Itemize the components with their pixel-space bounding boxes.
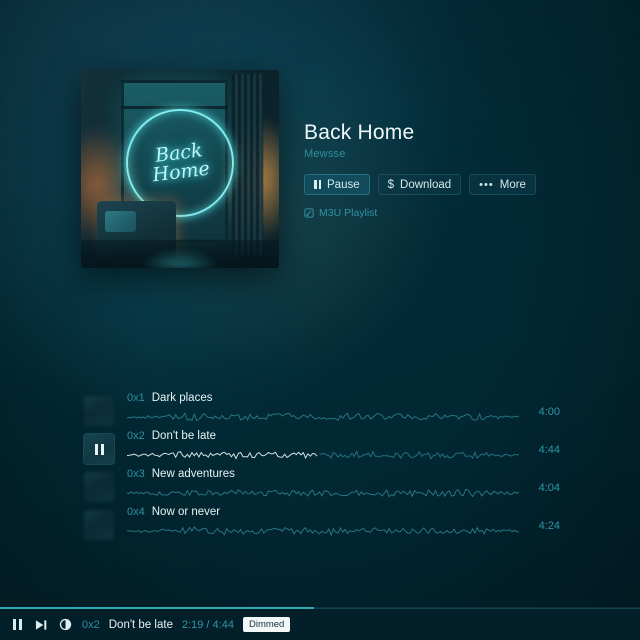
track-meta: Back Home Mewsse Pause $ Download ••• Mo…	[304, 70, 536, 268]
download-button[interactable]: $ Download	[377, 174, 462, 195]
track-number: 0x3	[127, 468, 145, 480]
track-name: Don't be late	[151, 430, 216, 442]
player-track-name: Don't be late	[108, 618, 173, 631]
playback-progress-fill	[0, 607, 314, 609]
track-list: 0x1 Dark places 4:00 0x2 Don't be late 4:44 0x…	[84, 392, 560, 544]
track-waveform[interactable]	[127, 520, 519, 542]
pause-button[interactable]: Pause	[304, 174, 370, 195]
track-number: 0x4	[127, 506, 145, 518]
pause-button-label: Pause	[327, 178, 360, 191]
track-thumbnail[interactable]	[84, 510, 114, 540]
playlist-icon	[304, 208, 314, 218]
track-name: New adventures	[151, 468, 235, 480]
player-bar: 0x2 Don't be late 2:19 / 4:44 Dimmed	[0, 607, 640, 640]
m3u-playlist-link[interactable]: M3U Playlist	[304, 207, 377, 219]
cover-curtain	[231, 73, 264, 257]
pause-icon	[314, 180, 321, 189]
cover-window-bar	[120, 105, 228, 109]
player-time: 2:19 / 4:44	[181, 618, 234, 631]
action-button-row: Pause $ Download ••• More	[304, 174, 536, 195]
track-row[interactable]: 0x3 New adventures 4:04	[84, 468, 560, 506]
more-button-label: More	[499, 178, 526, 191]
download-button-label: Download	[400, 178, 452, 191]
page-title: Back Home	[304, 121, 415, 144]
player-next-button[interactable]	[34, 617, 49, 633]
player-track-number: 0x2	[82, 618, 100, 631]
artist-name[interactable]: Mewsse	[304, 148, 536, 160]
cover-neon-text: Back Home	[149, 139, 211, 186]
track-name: Now or never	[151, 506, 221, 518]
track-thumbnail[interactable]	[84, 434, 114, 464]
track-header: 0x3 New adventures	[127, 468, 235, 480]
track-header: 0x4 Now or never	[127, 506, 220, 518]
track-waveform[interactable]	[127, 482, 519, 504]
track-row[interactable]: 0x2 Don't be late 4:44	[84, 430, 560, 468]
album-cover[interactable]: Back Home	[81, 70, 279, 268]
track-pause-overlay-icon	[84, 434, 114, 464]
track-duration: 4:24	[538, 520, 560, 532]
track-number: 0x1	[127, 392, 145, 404]
track-row[interactable]: 0x1 Dark places 4:00	[84, 392, 560, 430]
moon-icon	[59, 618, 72, 631]
pause-icon	[13, 619, 16, 630]
m3u-playlist-label: M3U Playlist	[319, 207, 378, 219]
player-dim-button[interactable]	[58, 617, 73, 633]
player-pause-button[interactable]	[10, 617, 25, 633]
track-duration: 4:04	[538, 482, 560, 494]
cover-cushion	[104, 210, 137, 233]
track-waveform[interactable]	[127, 406, 519, 428]
track-waveform[interactable]	[127, 444, 519, 466]
pause-icon-bar2	[19, 619, 22, 630]
cover-floor-glow	[140, 248, 220, 268]
more-button[interactable]: ••• More	[469, 174, 536, 195]
playback-progress-bar[interactable]	[0, 607, 640, 609]
track-header: 0x2 Don't be late	[127, 430, 216, 442]
track-number: 0x2	[127, 430, 145, 442]
track-thumbnail[interactable]	[84, 472, 114, 502]
track-header: 0x1 Dark places	[127, 392, 212, 404]
next-track-icon	[35, 619, 47, 630]
track-duration: 4:44	[538, 444, 560, 456]
track-name: Dark places	[151, 392, 213, 404]
hero-section: Back Home Back Home Mewsse Pause $ Downl…	[81, 70, 536, 268]
track-duration: 4:00	[538, 406, 560, 418]
track-row[interactable]: 0x4 Now or never 4:24	[84, 506, 560, 544]
track-thumbnail[interactable]	[84, 396, 114, 426]
dimmed-badge[interactable]: Dimmed	[242, 617, 291, 632]
